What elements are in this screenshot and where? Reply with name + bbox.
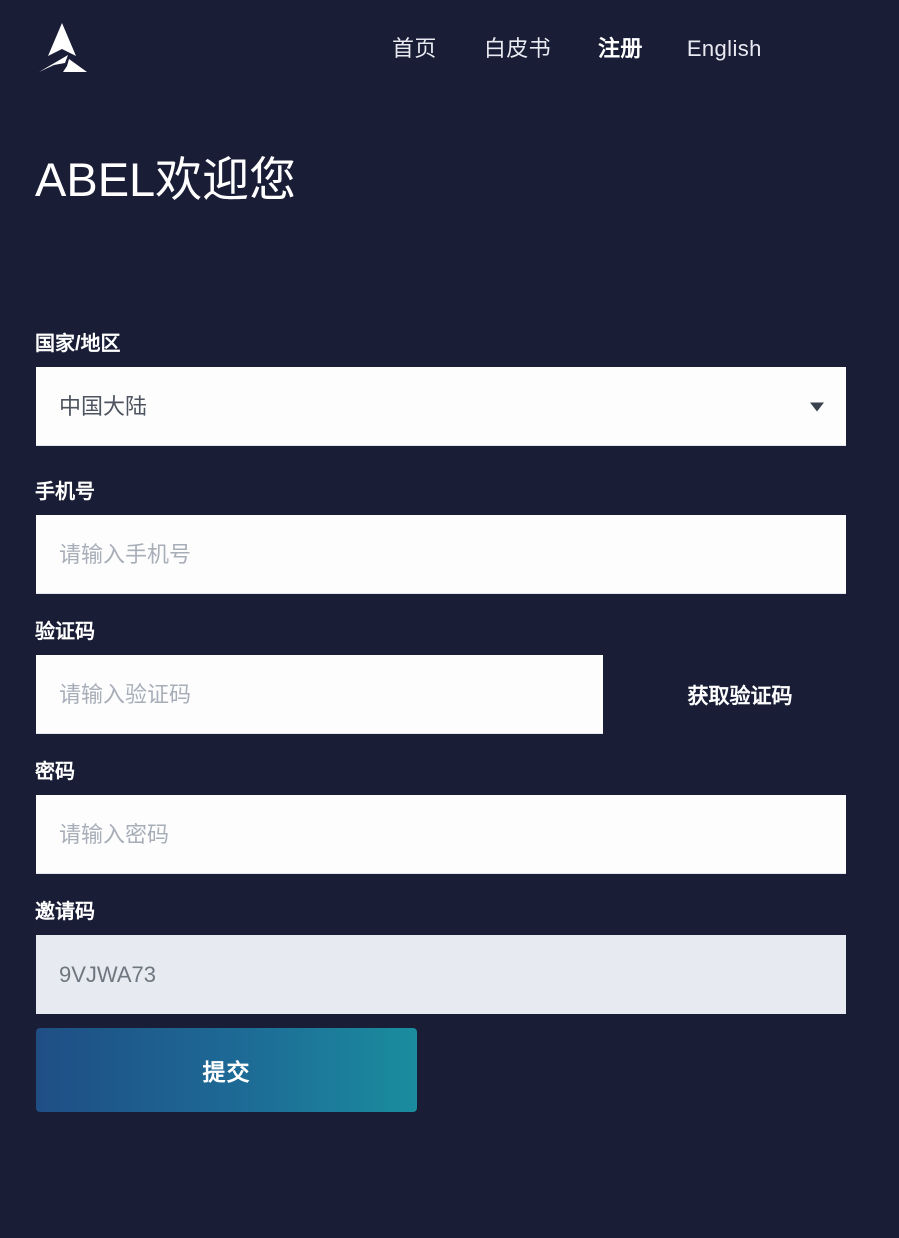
submit-button[interactable]: 提交: [36, 1028, 417, 1112]
verification-code-placeholder: 请输入验证码: [59, 681, 192, 707]
top-navigation-bar: 首页 白皮书 注册 English: [0, 0, 899, 98]
nav-item-language-english[interactable]: English: [687, 31, 762, 67]
field-label-invite-code: 邀请码: [35, 901, 95, 923]
registration-form: 国家/地区 中国大陆 手机号 请输入手机号 验证码 请输入验证码 获取验证码 密…: [0, 330, 899, 1112]
chevron-down-icon: [810, 402, 824, 411]
nav-item-whitepaper[interactable]: 白皮书: [484, 31, 551, 67]
field-label-password: 密码: [35, 761, 75, 783]
field-phone: 手机号 请输入手机号: [0, 478, 899, 594]
field-password: 密码 请输入密码: [0, 758, 899, 874]
verification-code-row: 请输入验证码 获取验证码: [0, 655, 899, 734]
abel-triangle-logo-icon[interactable]: [32, 20, 92, 78]
field-country: 国家/地区 中国大陆: [0, 330, 899, 446]
phone-input-placeholder: 请输入手机号: [59, 541, 192, 567]
field-label-verification-code: 验证码: [35, 621, 95, 643]
field-invite-code: 邀请码 9VJWA73: [0, 898, 899, 1014]
invite-code-input[interactable]: 9VJWA73: [36, 935, 846, 1014]
verification-code-input[interactable]: 请输入验证码: [36, 655, 603, 734]
nav-item-home[interactable]: 首页: [392, 31, 437, 67]
get-verification-code-button[interactable]: 获取验证码: [640, 655, 840, 734]
phone-input[interactable]: 请输入手机号: [36, 515, 846, 594]
field-verification-code: 验证码 请输入验证码 获取验证码: [0, 618, 899, 734]
field-label-country: 国家/地区: [35, 333, 121, 355]
invite-code-value: 9VJWA73: [59, 961, 157, 987]
country-select-value: 中国大陆: [59, 393, 148, 419]
country-select[interactable]: 中国大陆: [36, 367, 846, 446]
main-nav: 首页 白皮书 注册 English: [392, 31, 762, 67]
field-label-phone: 手机号: [35, 481, 95, 503]
password-input[interactable]: 请输入密码: [36, 795, 846, 874]
password-input-placeholder: 请输入密码: [59, 821, 170, 847]
page-title: ABEL欢迎您: [35, 153, 297, 206]
nav-item-register[interactable]: 注册: [598, 31, 643, 67]
